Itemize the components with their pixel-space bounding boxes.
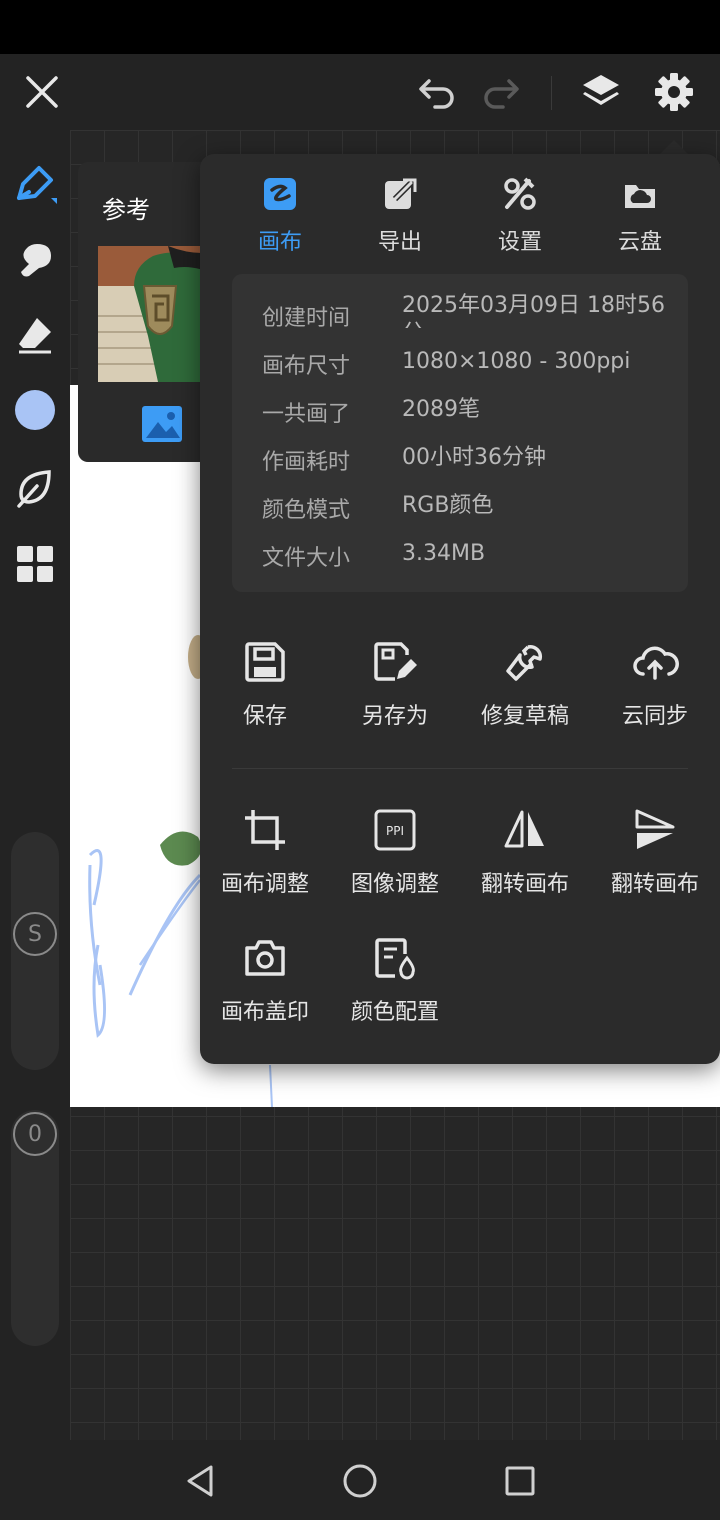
home-icon[interactable] — [335, 1456, 385, 1506]
wrench-icon — [501, 638, 549, 686]
color-profile-button[interactable]: 颜色配置 — [330, 934, 460, 1044]
info-row: 颜色模式 RGB颜色 — [262, 492, 682, 532]
flip-canvas-horizontal-button[interactable]: 翻转画布 — [460, 806, 590, 916]
flip-horizontal-icon — [501, 806, 549, 854]
save-as-icon — [371, 638, 419, 686]
save-label: 保存 — [242, 704, 287, 729]
image-icon[interactable] — [140, 404, 184, 444]
left-toolbar: S 0 — [0, 130, 70, 1440]
tab-settings[interactable]: 设置 — [460, 174, 580, 258]
info-value: 2089笔 — [402, 397, 480, 422]
canvas-menu-popup: 画布 导出 设置 云盘 创建时间 2025年03月09日 18时56分 画布 — [200, 154, 720, 1064]
reference-title: 参考 — [102, 196, 150, 224]
info-row: 画布尺寸 1080×1080 - 300ppi — [262, 348, 682, 388]
save-as-label: 另存为 — [361, 704, 428, 729]
info-key: 创建时间 — [262, 306, 351, 331]
opacity-slider[interactable]: 0 — [11, 1110, 59, 1346]
canvas-adjust-label: 画布调整 — [220, 872, 309, 897]
canvas-icon — [260, 174, 300, 214]
cloud-sync-label: 云同步 — [621, 704, 688, 729]
layers-icon[interactable] — [577, 68, 625, 116]
info-row: 创建时间 2025年03月09日 18时56分 — [262, 293, 682, 340]
tab-label: 画布 — [257, 230, 302, 255]
toolbar-divider — [551, 76, 552, 110]
info-value: 1080×1080 - 300ppi — [402, 349, 631, 374]
info-value: 2025年03月09日 18时56分 — [402, 293, 665, 328]
cloud-drive-icon — [620, 174, 660, 214]
leaf-icon[interactable] — [11, 464, 59, 512]
flip-canvas-label: 翻转画布 — [480, 872, 569, 897]
gear-icon[interactable] — [650, 68, 698, 116]
info-value: 3.34MB — [402, 541, 486, 566]
tab-label: 导出 — [377, 230, 422, 255]
info-key: 一共画了 — [262, 402, 351, 427]
redo-icon[interactable] — [477, 68, 525, 116]
tools-icon — [500, 174, 540, 214]
color-profile-label: 颜色配置 — [350, 1000, 439, 1025]
flip-canvas-label: 翻转画布 — [610, 872, 699, 897]
canvas-stamp-label: 画布盖印 — [220, 1000, 309, 1025]
size-slider-knob[interactable]: S — [13, 912, 57, 956]
size-slider[interactable]: S — [11, 832, 59, 1070]
section-divider — [232, 768, 688, 769]
info-key: 文件大小 — [262, 546, 351, 571]
camera-icon — [241, 934, 289, 982]
tab-label: 云盘 — [617, 230, 662, 255]
info-key: 画布尺寸 — [262, 354, 351, 379]
eraser-icon[interactable] — [11, 310, 59, 358]
recents-icon[interactable] — [495, 1456, 545, 1506]
tab-label: 设置 — [497, 230, 542, 255]
opacity-slider-knob[interactable]: 0 — [13, 1112, 57, 1156]
flip-canvas-vertical-button[interactable]: 翻转画布 — [590, 806, 720, 916]
export-icon — [380, 174, 420, 214]
tab-canvas[interactable]: 画布 — [220, 174, 340, 258]
cloud-sync-icon — [631, 638, 679, 686]
info-key: 颜色模式 — [262, 498, 351, 523]
color-swatch[interactable] — [11, 386, 59, 434]
system-nav-bar — [0, 1440, 720, 1520]
reference-panel[interactable]: 参考 — [78, 162, 218, 462]
image-adjust-button[interactable]: PPI 图像调整 — [330, 806, 460, 916]
flip-vertical-icon — [631, 806, 679, 854]
canvas-stamp-button[interactable]: 画布盖印 — [200, 934, 330, 1044]
info-row: 文件大小 3.34MB — [262, 540, 682, 580]
top-toolbar — [0, 54, 720, 130]
image-adjust-label: 图像调整 — [350, 872, 439, 897]
cloud-sync-button[interactable]: 云同步 — [590, 638, 720, 748]
info-value: RGB颜色 — [402, 493, 494, 518]
save-button[interactable]: 保存 — [200, 638, 330, 748]
undo-icon[interactable] — [413, 68, 461, 116]
popup-pointer — [660, 140, 688, 154]
popup-tabs: 画布 导出 设置 云盘 — [200, 154, 720, 264]
color-profile-icon — [371, 934, 419, 982]
tab-export[interactable]: 导出 — [340, 174, 460, 258]
info-value: 00小时36分钟 — [402, 445, 546, 470]
back-icon[interactable] — [175, 1456, 225, 1506]
save-icon — [241, 638, 289, 686]
close-icon[interactable] — [18, 68, 66, 116]
tab-cloud-drive[interactable]: 云盘 — [580, 174, 700, 258]
smudge-icon[interactable] — [11, 236, 59, 284]
ppi-icon: PPI — [371, 806, 419, 854]
canvas-adjust-button[interactable]: 画布调整 — [200, 806, 330, 916]
crop-icon — [241, 806, 289, 854]
status-bar — [0, 0, 720, 54]
info-row: 一共画了 2089笔 — [262, 396, 682, 436]
info-key: 作画耗时 — [262, 450, 351, 475]
info-row: 作画耗时 00小时36分钟 — [262, 444, 682, 484]
save-as-button[interactable]: 另存为 — [330, 638, 460, 748]
canvas-info-box: 创建时间 2025年03月09日 18时56分 画布尺寸 1080×1080 -… — [232, 274, 688, 592]
brush-icon[interactable] — [11, 160, 59, 208]
repair-draft-button[interactable]: 修复草稿 — [460, 638, 590, 748]
grid-icon[interactable] — [11, 540, 59, 588]
svg-text:PPI: PPI — [386, 824, 404, 838]
repair-draft-label: 修复草稿 — [480, 704, 569, 729]
